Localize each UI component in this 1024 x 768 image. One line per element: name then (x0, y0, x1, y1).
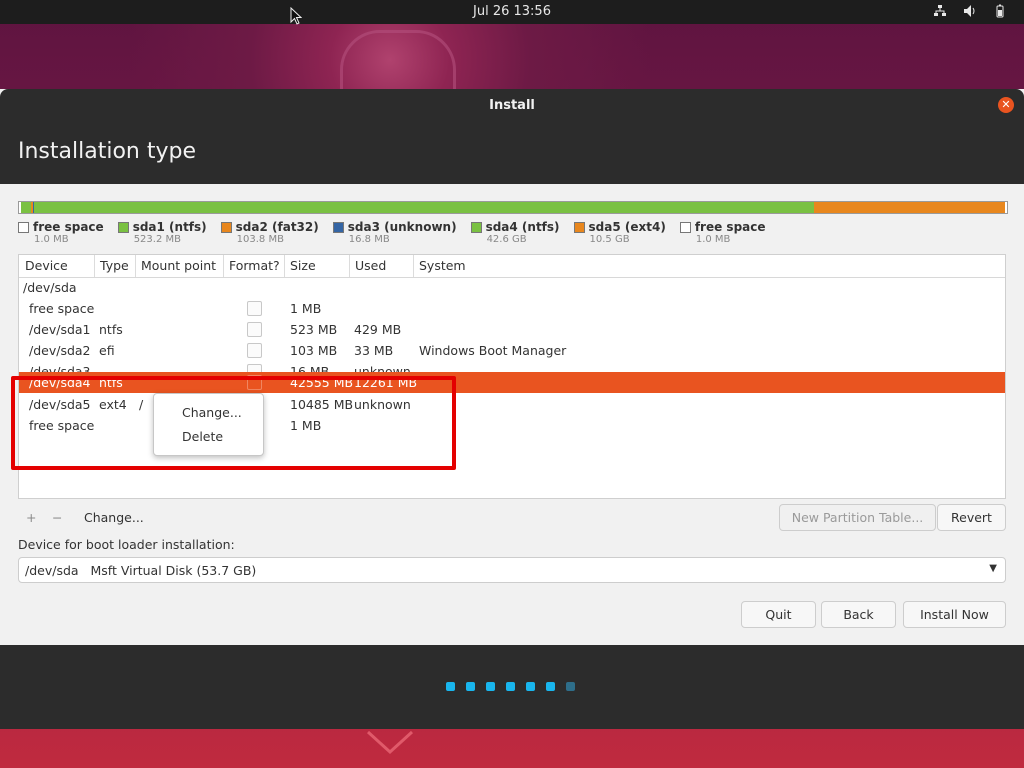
chevron-down-icon: ▼ (989, 563, 997, 574)
format-checkbox[interactable] (247, 322, 262, 337)
partition-bar-sda1 (21, 202, 31, 213)
top-bar: Jul 26 13:56 (0, 0, 1024, 25)
format-checkbox[interactable] (247, 343, 262, 358)
partition-bar-sda4 (34, 202, 814, 213)
legend-item: free space 1.0 MB (679, 220, 766, 245)
legend-item: free space 1.0 MB (18, 220, 104, 245)
legend-item: sda5 (ext4) 10.5 GB (573, 220, 666, 245)
legend-size: 10.5 GB (589, 234, 630, 245)
close-icon[interactable]: ✕ (998, 97, 1014, 113)
back-button[interactable]: Back (821, 601, 896, 628)
progress-dots (446, 682, 575, 691)
cell-system: Windows Boot Manager (419, 343, 567, 358)
page-title: Installation type (18, 139, 196, 164)
legend-label: sda5 (ext4) (588, 220, 666, 234)
bootloader-value: /dev/sda Msft Virtual Disk (53.7 GB) (25, 563, 257, 578)
window-title: Install (489, 98, 535, 113)
legend-swatch (573, 221, 585, 233)
legend-size: 16.8 MB (348, 234, 390, 245)
legend-label: free space (33, 220, 104, 234)
progress-dot-done (546, 682, 555, 691)
partition-bar (18, 201, 1008, 214)
format-checkbox[interactable] (247, 301, 262, 316)
legend-size: 103.8 MB (236, 234, 284, 245)
cell-device: /dev/sda2 (29, 343, 91, 358)
legend-size: 42.6 GB (486, 234, 527, 245)
legend-label: sda4 (ntfs) (485, 220, 560, 234)
legend-size: 523.2 MB (133, 234, 181, 245)
legend-swatch (220, 221, 232, 233)
col-used[interactable]: Used (355, 258, 386, 273)
col-device[interactable]: Device (25, 258, 68, 273)
col-system[interactable]: System (419, 258, 466, 273)
legend-item: sda3 (unknown) 16.8 MB (332, 220, 457, 245)
network-icon[interactable] (932, 4, 948, 20)
partition-bar-sda5 (814, 202, 1005, 213)
cell-device: /dev/sda (23, 280, 77, 295)
col-format[interactable]: Format? (229, 258, 280, 273)
red-highlight-annotation (11, 376, 456, 470)
legend-item: sda1 (ntfs) 523.2 MB (117, 220, 207, 245)
window-titlebar: Install ✕ Installation type (0, 89, 1024, 184)
new-partition-table-button[interactable]: New Partition Table... (779, 504, 936, 531)
battery-icon[interactable] (992, 4, 1008, 20)
legend-swatch (117, 221, 129, 233)
change-partition-button[interactable]: Change... (84, 510, 144, 525)
add-partition-button[interactable]: + (26, 510, 36, 525)
table-row[interactable]: /dev/sda2 efi 103 MB 33 MB Windows Boot … (19, 340, 1005, 361)
progress-dot-pending (566, 682, 575, 691)
cell-size: 523 MB (290, 322, 338, 337)
legend-size: 1.0 MB (34, 234, 69, 245)
partition-bar-free-2 (1005, 202, 1007, 213)
cell-device: /dev/sda1 (29, 322, 91, 337)
partition-legend: free space 1.0 MB sda1 (ntfs) 523.2 MB sda… (18, 220, 766, 245)
progress-dot-done (486, 682, 495, 691)
installer-window: Install ✕ Installation type free space 1.… (0, 89, 1024, 729)
volume-icon[interactable] (962, 4, 978, 20)
legend-size: 1.0 MB (695, 234, 731, 245)
progress-dot-done (446, 682, 455, 691)
wallpaper-chevron-shape (366, 730, 414, 755)
clock[interactable]: Jul 26 13:56 (0, 4, 1024, 19)
legend-swatch (679, 221, 691, 233)
col-mount-point[interactable]: Mount point (141, 258, 216, 273)
cell-device: free space (29, 301, 95, 316)
cell-used: 33 MB (354, 343, 394, 358)
cell-size: 1 MB (290, 301, 322, 316)
table-row[interactable]: free space 1 MB (19, 298, 1005, 319)
table-row[interactable]: /dev/sda (19, 277, 1005, 298)
table-row[interactable]: /dev/sda1 ntfs 523 MB 429 MB (19, 319, 1005, 340)
col-size[interactable]: Size (290, 258, 316, 273)
legend-swatch (470, 221, 482, 233)
progress-dot-done (506, 682, 515, 691)
legend-item: sda2 (fat32) 103.8 MB (220, 220, 319, 245)
quit-button[interactable]: Quit (741, 601, 816, 628)
remove-partition-button[interactable]: − (52, 510, 62, 525)
bootloader-label: Device for boot loader installation: (18, 537, 235, 552)
progress-dot-done (466, 682, 475, 691)
cell-used: 429 MB (354, 322, 402, 337)
legend-label: sda1 (ntfs) (132, 220, 207, 234)
legend-swatch (18, 221, 29, 233)
table-header: Device Type Mount point Format? Size Use… (19, 255, 1005, 278)
legend-label: sda3 (unknown) (347, 220, 457, 234)
cell-type: efi (99, 343, 115, 358)
progress-dot-done (526, 682, 535, 691)
legend-label: free space (694, 220, 766, 234)
cell-type: ntfs (99, 322, 123, 337)
cell-size: 103 MB (290, 343, 338, 358)
system-tray[interactable] (932, 4, 1008, 20)
install-now-button[interactable]: Install Now (903, 601, 1006, 628)
legend-label: sda2 (fat32) (235, 220, 319, 234)
revert-button[interactable]: Revert (937, 504, 1006, 531)
legend-swatch (332, 221, 344, 233)
bootloader-select[interactable]: /dev/sda Msft Virtual Disk (53.7 GB) ▼ (18, 557, 1006, 583)
col-type[interactable]: Type (100, 258, 129, 273)
legend-item: sda4 (ntfs) 42.6 GB (470, 220, 560, 245)
